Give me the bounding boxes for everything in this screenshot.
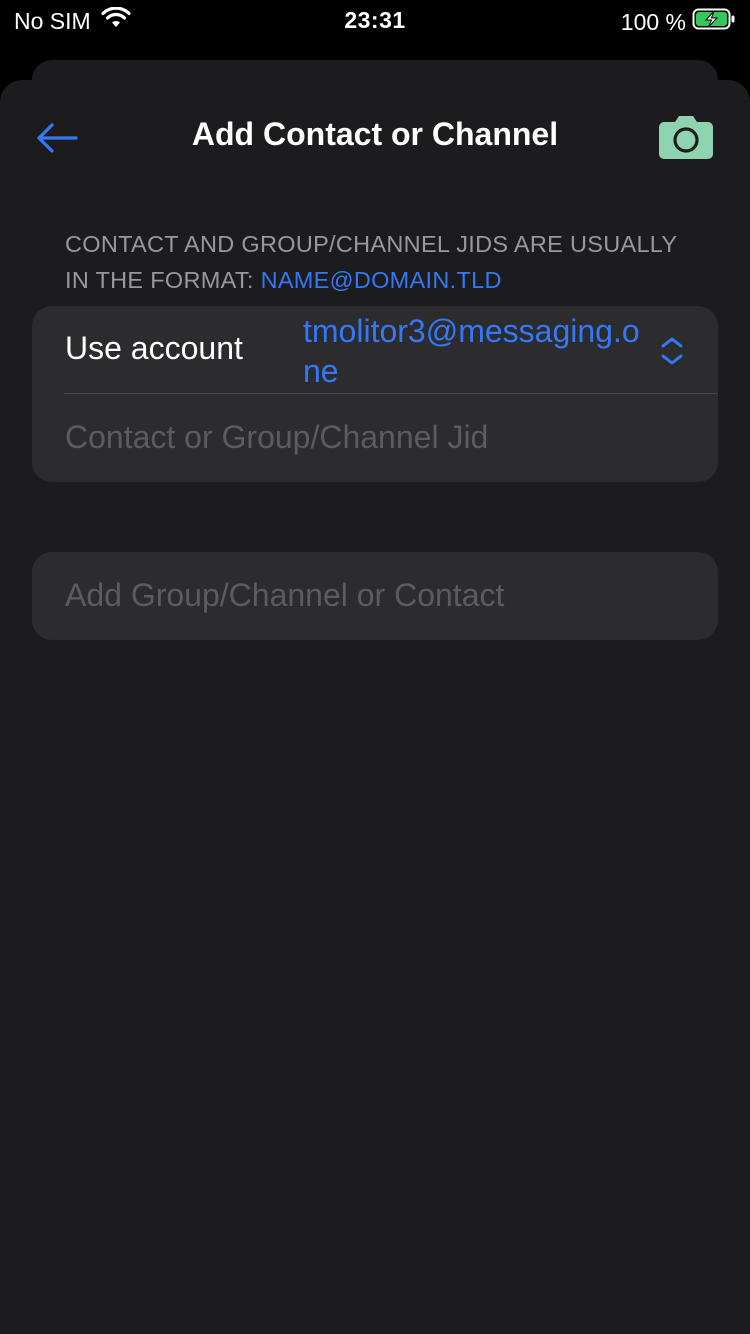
battery-percent: 100 %	[620, 8, 686, 35]
status-right: 100 %	[621, 7, 736, 37]
jid-format-example: NAME@DOMAIN.TLD	[260, 267, 502, 293]
add-contact-button[interactable]: Add Group/Channel or Contact	[32, 552, 718, 640]
page-title: Add Contact or Channel	[191, 116, 559, 152]
account-value: tmolitor3@messaging.one	[303, 313, 640, 389]
modal-sheet: Add Contact or Channel CONTACT AND GROUP…	[0, 80, 750, 1334]
add-contact-button-label: Add Group/Channel or Contact	[65, 577, 505, 613]
row-divider	[64, 393, 718, 394]
account-form-group: Use account tmolitor3@messaging.one	[32, 306, 718, 482]
account-picker[interactable]: Use account tmolitor3@messaging.one	[32, 306, 718, 393]
jid-format-hint: CONTACT AND GROUP/CHANNEL JIDS ARE USUAL…	[65, 226, 705, 298]
scan-qr-button[interactable]	[658, 114, 714, 160]
camera-icon	[658, 116, 714, 164]
chevron-up-down-icon	[659, 336, 685, 366]
battery-charging-icon	[692, 7, 736, 37]
jid-input[interactable]	[65, 406, 685, 468]
account-label: Use account	[65, 330, 243, 366]
navigation-bar: Add Contact or Channel	[0, 80, 750, 192]
status-bar: No SIM 23:31 100 %	[0, 0, 750, 40]
